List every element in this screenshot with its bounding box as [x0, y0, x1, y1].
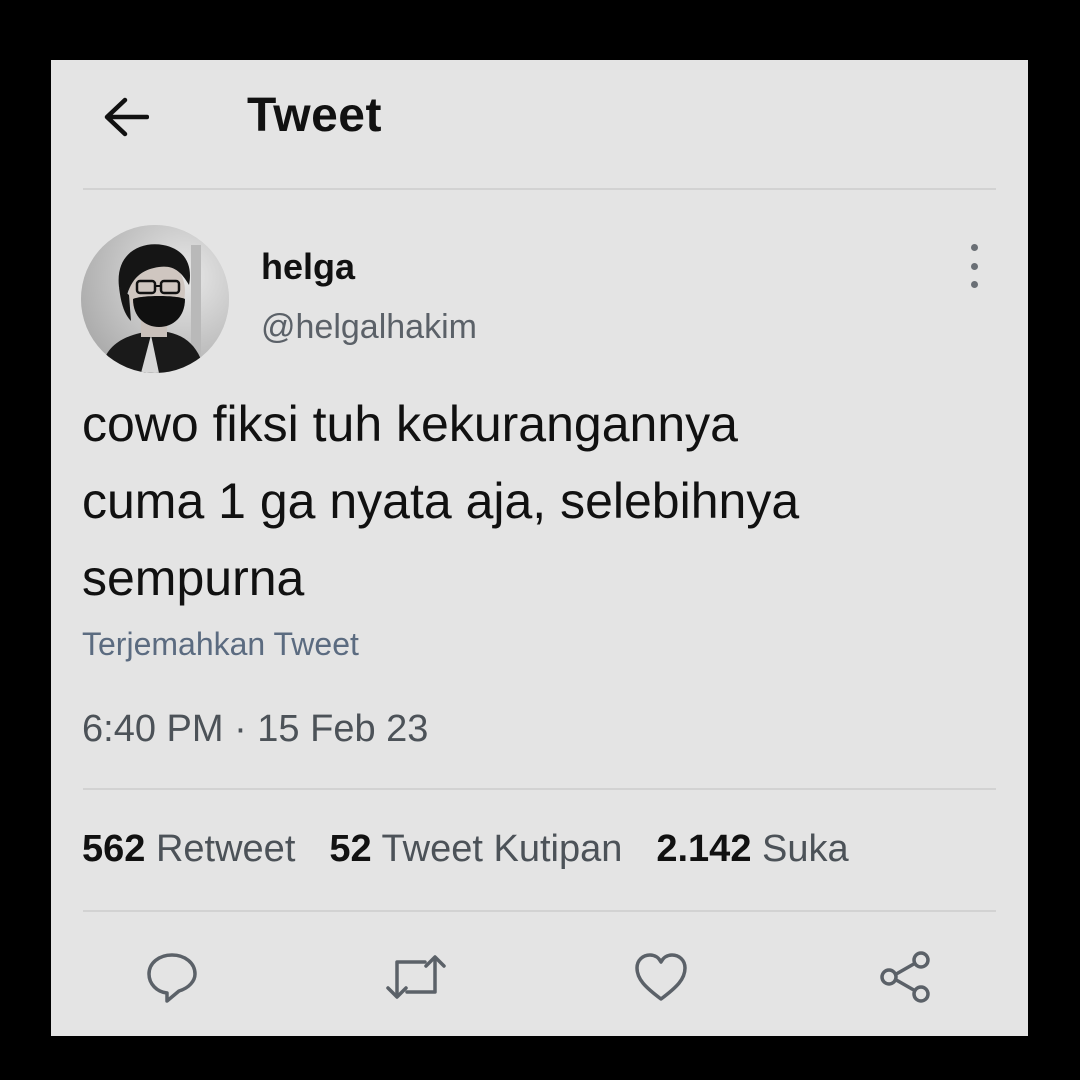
quotes-stat[interactable]: 52 Tweet Kutipan: [329, 828, 622, 871]
retweets-label: Retweet: [155, 828, 296, 870]
likes-stat[interactable]: 2.142 Suka: [656, 828, 848, 871]
avatar-photo: [81, 225, 229, 373]
author-name[interactable]: helga: [261, 246, 355, 288]
quotes-count: 52: [329, 828, 372, 870]
more-options-button[interactable]: [959, 244, 989, 288]
tweet-actions: [51, 942, 1028, 1012]
tweet-timestamp[interactable]: 6:40 PM · 15 Feb 23: [82, 708, 428, 751]
like-button[interactable]: [626, 942, 696, 1012]
quotes-label: Tweet Kutipan: [381, 828, 623, 870]
retweet-icon: [386, 955, 446, 999]
retweets-stat[interactable]: 562 Retweet: [82, 828, 295, 871]
retweet-button[interactable]: [381, 942, 451, 1012]
tweet-text: cowo fiksi tuh kekurangannya cuma 1 ga n…: [82, 396, 800, 606]
more-dot: [970, 281, 978, 288]
likes-count: 2.142: [656, 828, 752, 870]
like-icon: [635, 953, 687, 1001]
reply-button[interactable]: [137, 942, 207, 1012]
author-handle[interactable]: @helgalhakim: [261, 308, 477, 347]
page-title: Tweet: [247, 89, 382, 142]
reply-icon: [147, 953, 197, 1003]
back-button[interactable]: [101, 92, 151, 142]
retweets-count: 562: [82, 828, 146, 870]
tweet-header: Tweet: [51, 60, 1028, 188]
more-dot: [970, 262, 978, 270]
arrow-left-icon: [104, 97, 149, 137]
stats-top-divider: [83, 788, 996, 790]
translate-tweet-link[interactable]: Terjemahkan Tweet: [82, 626, 359, 663]
more-dot: [970, 244, 978, 251]
stats-bottom-divider: [83, 910, 996, 912]
tweet-stats: 562 Retweet 52 Tweet Kutipan 2.142 Suka: [82, 828, 849, 871]
header-divider: [83, 188, 996, 190]
avatar[interactable]: [81, 225, 229, 373]
share-button[interactable]: [870, 942, 940, 1012]
share-icon: [880, 951, 930, 1003]
tweet-card: Tweet helga @helgalhakim cowo fiksi tuh …: [51, 60, 1028, 1036]
likes-label: Suka: [762, 828, 849, 870]
